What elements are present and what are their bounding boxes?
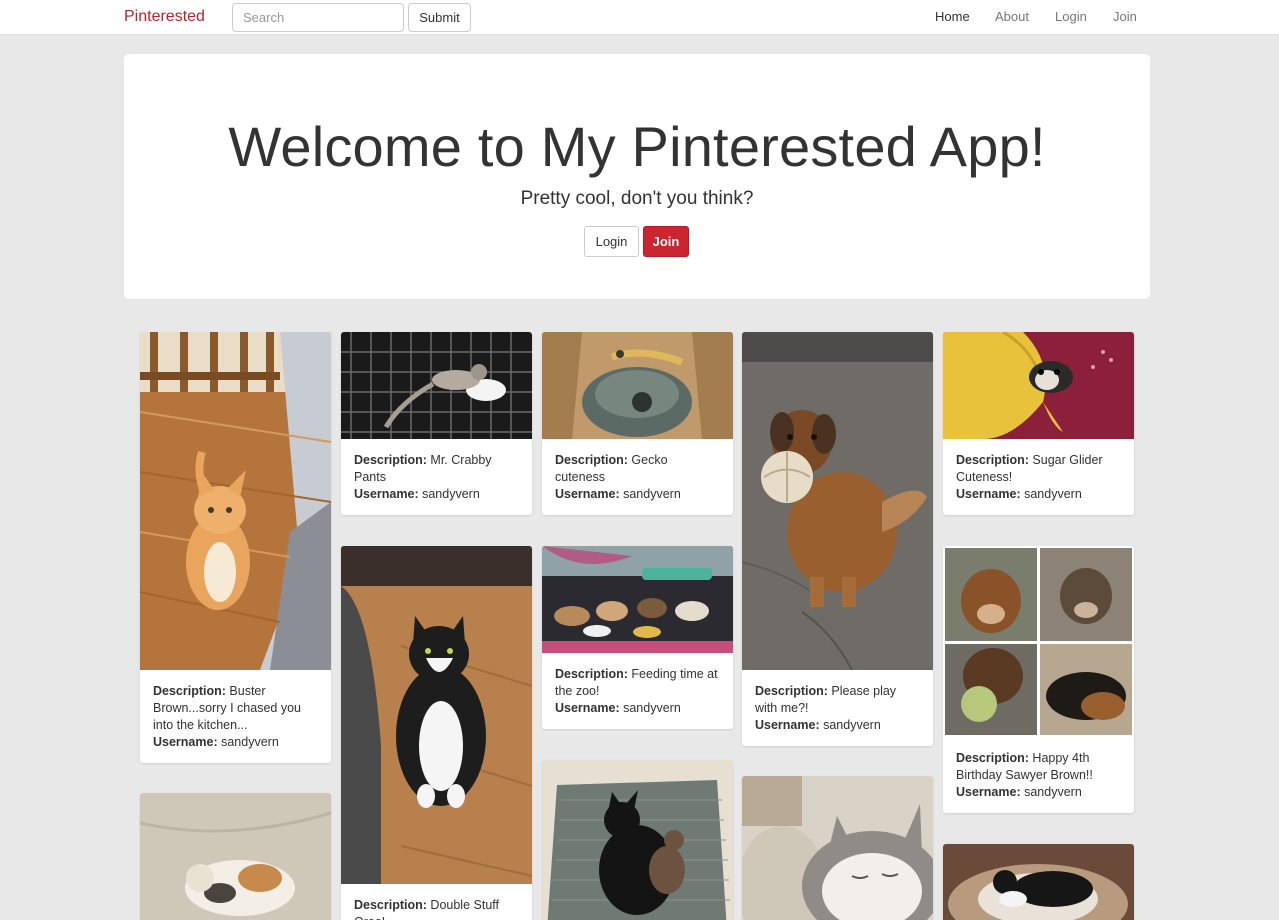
pin-username: sandyvern: [221, 735, 279, 749]
page-subtitle: Pretty cool, don't you think?: [520, 188, 754, 209]
tuxedo-cat-icon: [341, 546, 532, 884]
pin-username: sandyvern: [823, 718, 881, 732]
username-label: Username:: [555, 701, 620, 715]
pin-caption: Description: Buster Brown...sorry I chas…: [140, 670, 331, 763]
gecko-icon: [542, 332, 733, 439]
pin-card[interactable]: Description: Gecko cuteness Username: sa…: [542, 332, 733, 515]
username-label: Username:: [555, 487, 620, 501]
pin-card[interactable]: [943, 844, 1134, 920]
pin-card[interactable]: [742, 776, 933, 920]
hero-join-button[interactable]: Join: [643, 226, 689, 257]
black-cat-teddy-icon: [542, 760, 733, 920]
description-label: Description:: [354, 898, 427, 912]
description-label: Description:: [555, 667, 628, 681]
pin-card[interactable]: [542, 760, 733, 920]
pin-card[interactable]: Description: Double Stuff Oreo! Username…: [341, 546, 532, 920]
sleeping-cat-icon: [742, 776, 933, 920]
description-label: Description:: [153, 684, 226, 698]
nav-home[interactable]: Home: [935, 9, 970, 24]
pin-username: sandyvern: [422, 487, 480, 501]
username-label: Username:: [755, 718, 820, 732]
hero-login-button[interactable]: Login: [584, 226, 639, 257]
pin-card[interactable]: Description: Happy 4th Birthday Sawyer B…: [943, 546, 1134, 813]
pin-card[interactable]: Description: Mr. Crabby Pants Username: …: [341, 332, 532, 515]
sugar-glider-icon: [341, 332, 532, 439]
description-label: Description:: [354, 453, 427, 467]
jumbotron: Welcome to My Pinterested App! Pretty co…: [124, 54, 1150, 299]
pin-caption: Description: Happy 4th Birthday Sawyer B…: [943, 737, 1134, 813]
pin-caption: Description: Please play with me?! Usern…: [742, 670, 933, 746]
pin-caption: Description: Double Stuff Oreo! Username…: [341, 884, 532, 920]
pin-username: sandyvern: [623, 701, 681, 715]
pin-card[interactable]: [140, 793, 331, 920]
dog-with-ball-icon: [742, 332, 933, 670]
pin-card[interactable]: Description: Buster Brown...sorry I chas…: [140, 332, 331, 763]
description-label: Description:: [755, 684, 828, 698]
orange-cat-icon: [140, 332, 331, 670]
pin-card[interactable]: Description: Please play with me?! Usern…: [742, 332, 933, 746]
nav-about[interactable]: About: [995, 9, 1029, 24]
navbar: Pinterested Submit Home About Login Join: [0, 0, 1279, 35]
pin-caption: Description: Feeding time at the zoo! Us…: [542, 653, 733, 729]
pin-card[interactable]: Description: Sugar Glider Cuteness! User…: [943, 332, 1134, 515]
username-label: Username:: [956, 785, 1021, 799]
pin-caption: Description: Mr. Crabby Pants Username: …: [341, 439, 532, 515]
cat-in-bed-icon: [943, 844, 1134, 920]
sugar-glider-blanket-icon: [943, 332, 1134, 439]
username-label: Username:: [956, 487, 1021, 501]
description-label: Description:: [555, 453, 628, 467]
nav-join[interactable]: Join: [1113, 9, 1137, 24]
description-label: Description:: [956, 453, 1029, 467]
dog-collage-icon: [943, 546, 1134, 737]
description-label: Description:: [956, 751, 1029, 765]
submit-button[interactable]: Submit: [408, 3, 471, 32]
pin-caption: Description: Gecko cuteness Username: sa…: [542, 439, 733, 515]
username-label: Username:: [354, 487, 419, 501]
pin-username: sandyvern: [623, 487, 681, 501]
pin-username: sandyvern: [1024, 487, 1082, 501]
search-input[interactable]: [232, 3, 404, 32]
brand-link[interactable]: Pinterested: [124, 8, 205, 26]
pin-caption: Description: Sugar Glider Cuteness! User…: [943, 439, 1134, 515]
calico-cat-icon: [140, 793, 331, 920]
nav-login[interactable]: Login: [1055, 9, 1087, 24]
username-label: Username:: [153, 735, 218, 749]
page-title: Welcome to My Pinterested App!: [228, 115, 1046, 178]
sugar-gliders-feeding-icon: [542, 546, 733, 653]
pin-card[interactable]: Description: Feeding time at the zoo! Us…: [542, 546, 733, 729]
pin-username: sandyvern: [1024, 785, 1082, 799]
